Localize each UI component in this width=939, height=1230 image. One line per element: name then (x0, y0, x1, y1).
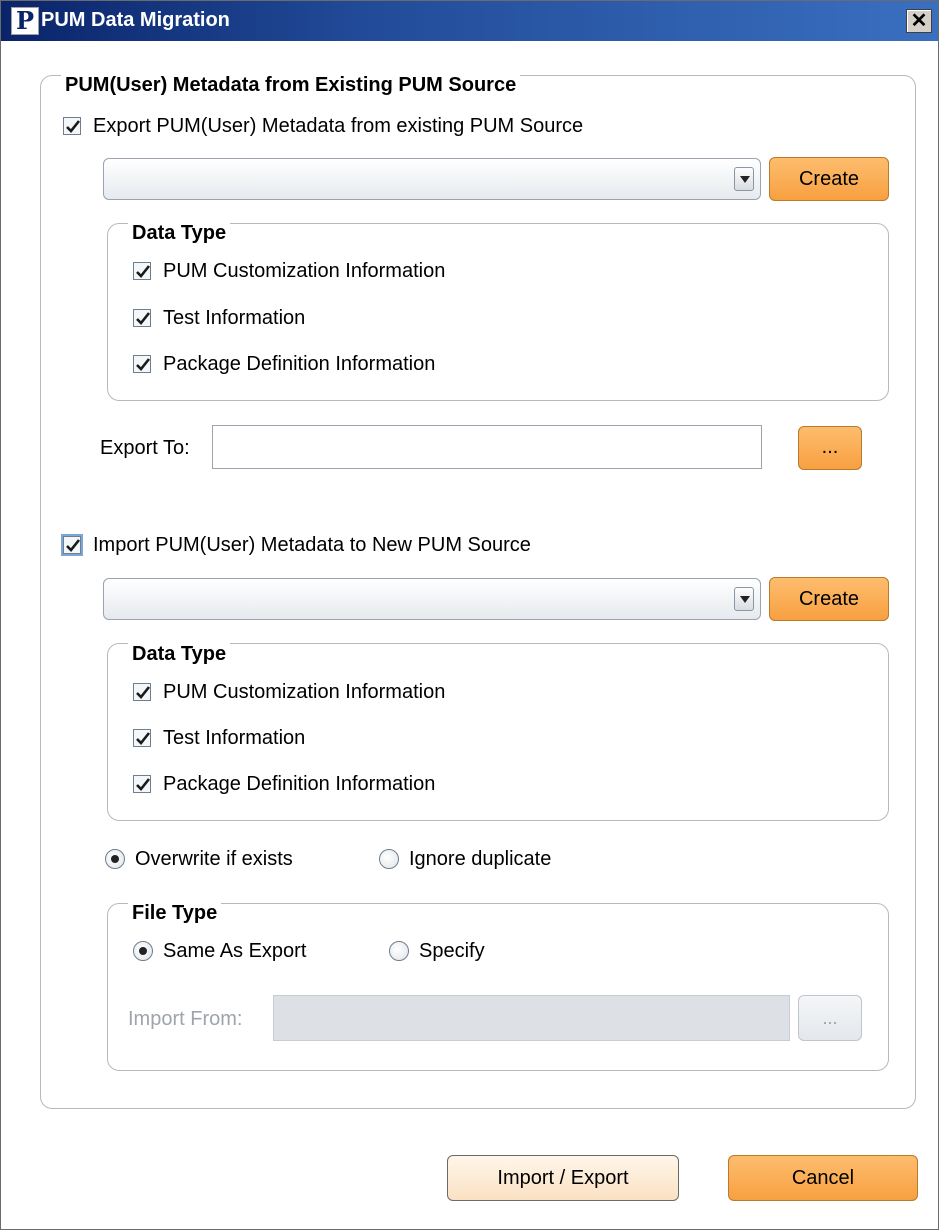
import-datatype-item[interactable]: PUM Customization Information (133, 678, 445, 706)
export-test-info-label: Test Information (163, 306, 306, 329)
checkmark-icon (136, 265, 151, 278)
metadata-group-title: PUM(User) Metadata from Existing PUM Sou… (61, 73, 521, 97)
title-bar[interactable]: P PUM Data Migration ✕ (1, 1, 938, 41)
same-as-export-label: Same As Export (163, 939, 307, 962)
export-create-button[interactable]: Create (769, 157, 889, 201)
import-from-label: Import From: (128, 1008, 243, 1030)
close-button[interactable]: ✕ (906, 9, 932, 33)
file-type-title: File Type (128, 901, 222, 925)
window-title: PUM Data Migration (41, 9, 230, 31)
import-from-field (273, 995, 790, 1041)
ignore-duplicate-radio-label: Ignore duplicate (409, 847, 552, 870)
export-data-type-title: Data Type (128, 221, 231, 245)
export-package-def-label: Package Definition Information (163, 352, 436, 375)
checkmark-icon (136, 686, 151, 699)
export-to-label: Export To: (100, 437, 190, 459)
export-datatype-item[interactable]: Package Definition Information (133, 350, 435, 378)
dialog-window: P PUM Data Migration ✕ PUM(User) Metadat… (0, 0, 939, 1230)
checkmark-icon (136, 358, 151, 371)
export-customization-checkbox[interactable] (133, 262, 151, 280)
export-browse-button[interactable]: ... (798, 426, 862, 470)
import-datatype-item[interactable]: Test Information (133, 724, 305, 752)
import-datatype-item[interactable]: Package Definition Information (133, 770, 435, 798)
same-as-export-radio-row[interactable]: Same As Export (133, 937, 306, 965)
export-customization-label: PUM Customization Information (163, 259, 446, 282)
export-datatype-item[interactable]: Test Information (133, 304, 305, 332)
checkmark-icon (136, 312, 151, 325)
import-package-def-checkbox[interactable] (133, 775, 151, 793)
import-create-button[interactable]: Create (769, 577, 889, 621)
export-datatype-item[interactable]: PUM Customization Information (133, 257, 445, 285)
cancel-button[interactable]: Cancel (728, 1155, 918, 1201)
specify-radio[interactable] (389, 941, 409, 961)
same-as-export-radio[interactable] (133, 941, 153, 961)
app-logo-icon: P (11, 7, 39, 35)
import-checkbox[interactable] (63, 536, 81, 554)
overwrite-radio[interactable] (105, 849, 125, 869)
specify-radio-row[interactable]: Specify (389, 937, 485, 965)
checkmark-icon (66, 120, 81, 133)
import-source-select[interactable] (103, 578, 761, 620)
import-test-info-label: Test Information (163, 726, 306, 749)
specify-label: Specify (419, 939, 485, 962)
export-checkbox-row[interactable]: Export PUM(User) Metadata from existing … (63, 112, 583, 140)
chevron-down-icon[interactable] (734, 587, 754, 611)
checkmark-icon (136, 778, 151, 791)
import-browse-button: ... (798, 995, 862, 1041)
checkmark-icon (66, 539, 81, 552)
ignore-duplicate-radio-row[interactable]: Ignore duplicate (379, 845, 551, 873)
import-customization-label: PUM Customization Information (163, 680, 446, 703)
checkmark-icon (136, 732, 151, 745)
export-test-info-checkbox[interactable] (133, 309, 151, 327)
import-test-info-checkbox[interactable] (133, 729, 151, 747)
export-to-field[interactable] (212, 425, 762, 469)
import-data-type-title: Data Type (128, 642, 231, 666)
import-package-def-label: Package Definition Information (163, 772, 436, 795)
import-customization-checkbox[interactable] (133, 683, 151, 701)
overwrite-radio-label: Overwrite if exists (135, 847, 293, 870)
export-source-select[interactable] (103, 158, 761, 200)
export-checkbox-label: Export PUM(User) Metadata from existing … (93, 114, 584, 137)
import-checkbox-label: Import PUM(User) Metadata to New PUM Sou… (93, 533, 531, 556)
file-type-group (107, 903, 889, 1071)
import-checkbox-row[interactable]: Import PUM(User) Metadata to New PUM Sou… (63, 531, 531, 559)
close-icon: ✕ (910, 10, 928, 32)
import-export-button[interactable]: Import / Export (447, 1155, 679, 1201)
export-package-def-checkbox[interactable] (133, 355, 151, 373)
chevron-down-icon[interactable] (734, 167, 754, 191)
export-checkbox[interactable] (63, 117, 81, 135)
ignore-duplicate-radio[interactable] (379, 849, 399, 869)
overwrite-radio-row[interactable]: Overwrite if exists (105, 845, 293, 873)
